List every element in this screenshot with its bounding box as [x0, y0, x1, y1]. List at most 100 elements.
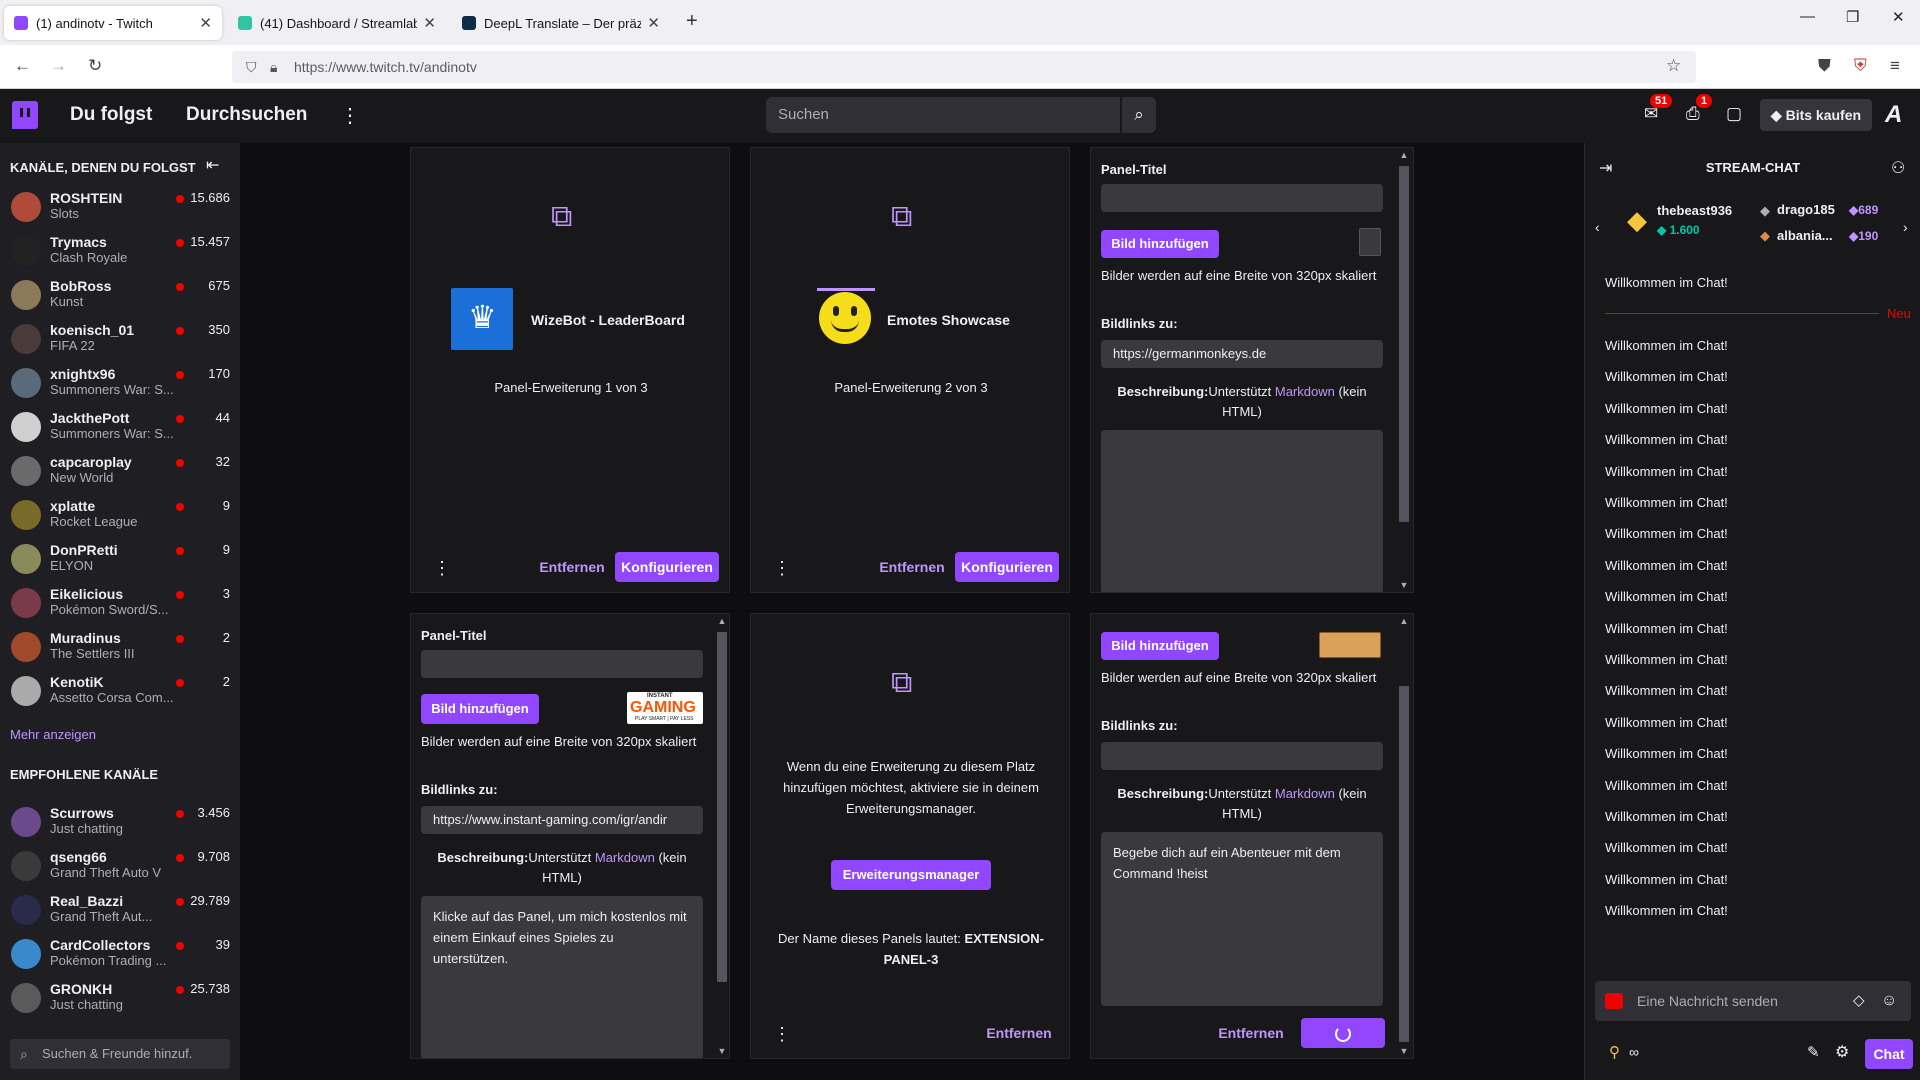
- sidebar-channel[interactable]: xplatte Rocket League 9: [0, 494, 240, 538]
- configure-button[interactable]: Konfigurieren: [615, 552, 719, 582]
- nav-browse[interactable]: Durchsuchen: [186, 104, 307, 126]
- menu-icon[interactable]: ≡: [1890, 56, 1900, 76]
- new-tab-button[interactable]: +: [686, 10, 698, 33]
- configure-button[interactable]: Konfigurieren: [955, 552, 1059, 582]
- panel-options-icon[interactable]: ⋮: [773, 1024, 791, 1045]
- shield-icon[interactable]: ⛉: [246, 51, 257, 83]
- sidebar-channel[interactable]: Muradinus The Settlers III 2: [0, 626, 240, 670]
- sidebar-channel[interactable]: CardCollectors Pokémon Trading ... 39: [0, 933, 240, 977]
- sidebar-channel[interactable]: xnightx96 Summoners War: S... 170: [0, 362, 240, 406]
- hype-second-name[interactable]: drago185: [1777, 202, 1835, 217]
- hype-next-icon[interactable]: ›: [1903, 219, 1908, 235]
- channel-points-icon[interactable]: ⚲: [1609, 1043, 1620, 1061]
- chat-settings-icon[interactable]: ⚙: [1835, 1042, 1849, 1062]
- browser-tab-twitch[interactable]: (1) andinotv - Twitch ✕: [4, 6, 222, 40]
- instant-gaming-logo[interactable]: INSTANT GAMING PLAY SMART | PAY LESS: [627, 692, 703, 724]
- hype-third-name[interactable]: albania...: [1777, 228, 1833, 243]
- markdown-link[interactable]: Markdown: [1275, 786, 1335, 801]
- sidebar-channel[interactable]: DonPRetti ELYON 9: [0, 538, 240, 582]
- sidebar-channel[interactable]: KenotiK Assetto Corsa Com... 2: [0, 670, 240, 714]
- close-window-icon[interactable]: ✕: [1892, 8, 1905, 26]
- inbox-icon[interactable]: ⎙: [1686, 104, 1700, 124]
- scroll-down-icon[interactable]: ▼: [715, 1046, 729, 1056]
- sidebar-channel[interactable]: Scurrows Just chatting 3.456: [0, 801, 240, 845]
- panel-title-input[interactable]: [1101, 184, 1383, 212]
- sidebar-channel[interactable]: GRONKH Just chatting 25.738: [0, 977, 240, 1021]
- search-button[interactable]: ⌕: [1122, 97, 1156, 133]
- sidebar-channel[interactable]: koenisch_01 FIFA 22 350: [0, 318, 240, 362]
- bits-cheer-icon[interactable]: ◇: [1853, 981, 1865, 1021]
- remove-button[interactable]: Entfernen: [979, 1018, 1059, 1048]
- chat-message-input[interactable]: Eine Nachricht senden ◇ ☺: [1595, 981, 1911, 1021]
- panel-options-icon[interactable]: ⋮: [433, 558, 451, 579]
- nav-following[interactable]: Du folgst: [70, 104, 152, 126]
- user-avatar[interactable]: A: [1885, 101, 1911, 129]
- sidebar-channel[interactable]: JackthePott Summoners War: S... 44: [0, 406, 240, 450]
- markdown-link[interactable]: Markdown: [595, 850, 655, 865]
- panel-scrollbar[interactable]: ▲ ▼: [715, 614, 729, 1058]
- sidebar-channel[interactable]: qseng66 Grand Theft Auto V 9.708: [0, 845, 240, 889]
- image-link-input[interactable]: https://germanmonkeys.de: [1101, 340, 1383, 368]
- scrollbar-thumb[interactable]: [1399, 686, 1409, 1042]
- community-icon[interactable]: ⚇: [1891, 158, 1905, 178]
- restore-icon[interactable]: ❐: [1846, 8, 1859, 26]
- more-options-icon[interactable]: ⋮: [340, 103, 360, 128]
- sidebar-channel[interactable]: ROSHTEIN Slots 15.686: [0, 186, 240, 230]
- scroll-down-icon[interactable]: ▼: [1397, 580, 1411, 590]
- whispers-icon[interactable]: ▢: [1726, 104, 1742, 124]
- panel-title-input[interactable]: [421, 650, 703, 678]
- add-image-button[interactable]: Bild hinzufügen: [1101, 632, 1219, 660]
- hype-leader-name[interactable]: thebeast936: [1657, 203, 1732, 218]
- lock-icon[interactable]: 🔒︎: [270, 51, 277, 83]
- minimize-icon[interactable]: —: [1800, 8, 1815, 25]
- friends-search-input[interactable]: ⌕ Suchen & Freunde hinzuf.: [10, 1039, 230, 1069]
- forward-icon[interactable]: →: [50, 56, 67, 76]
- remove-button[interactable]: Entfernen: [1211, 1018, 1291, 1048]
- pocket-icon[interactable]: ⛊: [1818, 56, 1831, 76]
- extension-shield-icon[interactable]: ⛨: [1854, 56, 1867, 76]
- scroll-up-icon[interactable]: ▲: [1397, 150, 1411, 160]
- description-textarea[interactable]: Begebe dich auf ein Abenteuer mit dem Co…: [1101, 832, 1383, 1006]
- show-more-link[interactable]: Mehr anzeigen: [10, 727, 96, 742]
- image-link-input[interactable]: [1101, 742, 1383, 770]
- sidebar-channel[interactable]: BobRoss Kunst 675: [0, 274, 240, 318]
- bookmark-star-icon[interactable]: ☆: [1666, 56, 1681, 76]
- close-tab-icon[interactable]: ✕: [647, 14, 660, 32]
- address-bar[interactable]: ⛉ 🔒︎ https://www.twitch.tv/andinotv: [232, 51, 1696, 83]
- panel-scrollbar[interactable]: ▲ ▼: [1397, 614, 1411, 1058]
- panel-scrollbar[interactable]: ▲ ▼: [1397, 148, 1411, 592]
- close-tab-icon[interactable]: ✕: [423, 14, 436, 32]
- panel-image-thumbnail[interactable]: [1319, 632, 1381, 658]
- sidebar-channel[interactable]: Real_Bazzi Grand Theft Aut... 29.789: [0, 889, 240, 933]
- scrollbar-thumb[interactable]: [1399, 166, 1409, 522]
- panel-options-icon[interactable]: ⋮: [773, 558, 791, 579]
- markdown-link[interactable]: Markdown: [1275, 384, 1335, 399]
- scrollbar-thumb[interactable]: [717, 632, 727, 982]
- scroll-up-icon[interactable]: ▲: [715, 616, 729, 626]
- add-image-button[interactable]: Bild hinzufügen: [1101, 230, 1219, 258]
- chat-send-button[interactable]: Chat: [1865, 1039, 1913, 1069]
- panel-image-thumbnail[interactable]: [1359, 228, 1381, 256]
- description-textarea[interactable]: [1101, 430, 1383, 592]
- browser-tab-streamlabs[interactable]: (41) Dashboard / Streamlabs ✕: [228, 6, 446, 40]
- add-image-button[interactable]: Bild hinzufügen: [421, 694, 539, 724]
- scroll-down-icon[interactable]: ▼: [1397, 1046, 1411, 1056]
- camera-icon[interactable]: [1605, 993, 1623, 1009]
- remove-button[interactable]: Entfernen: [877, 552, 947, 582]
- hype-prev-icon[interactable]: ‹: [1595, 219, 1600, 235]
- scroll-up-icon[interactable]: ▲: [1397, 616, 1411, 626]
- sidebar-channel[interactable]: Eikelicious Pokémon Sword/S... 3: [0, 582, 240, 626]
- extension-manager-button[interactable]: Erweiterungsmanager: [831, 860, 991, 890]
- mod-tools-icon[interactable]: ✎: [1807, 1043, 1820, 1061]
- buy-bits-button[interactable]: ◆ Bits kaufen: [1760, 99, 1872, 131]
- save-button[interactable]: [1301, 1018, 1385, 1048]
- sidebar-channel[interactable]: capcaroplay New World 32: [0, 450, 240, 494]
- image-link-input[interactable]: https://www.instant-gaming.com/igr/andir: [421, 806, 703, 834]
- twitch-logo-icon[interactable]: [12, 101, 38, 129]
- remove-button[interactable]: Entfernen: [537, 552, 607, 582]
- search-input[interactable]: Suchen: [766, 97, 1120, 133]
- collapse-sidebar-icon[interactable]: ⇤: [206, 155, 219, 175]
- close-tab-icon[interactable]: ✕: [199, 14, 212, 32]
- emote-picker-icon[interactable]: ☺: [1881, 981, 1897, 1021]
- back-icon[interactable]: ←: [14, 56, 31, 76]
